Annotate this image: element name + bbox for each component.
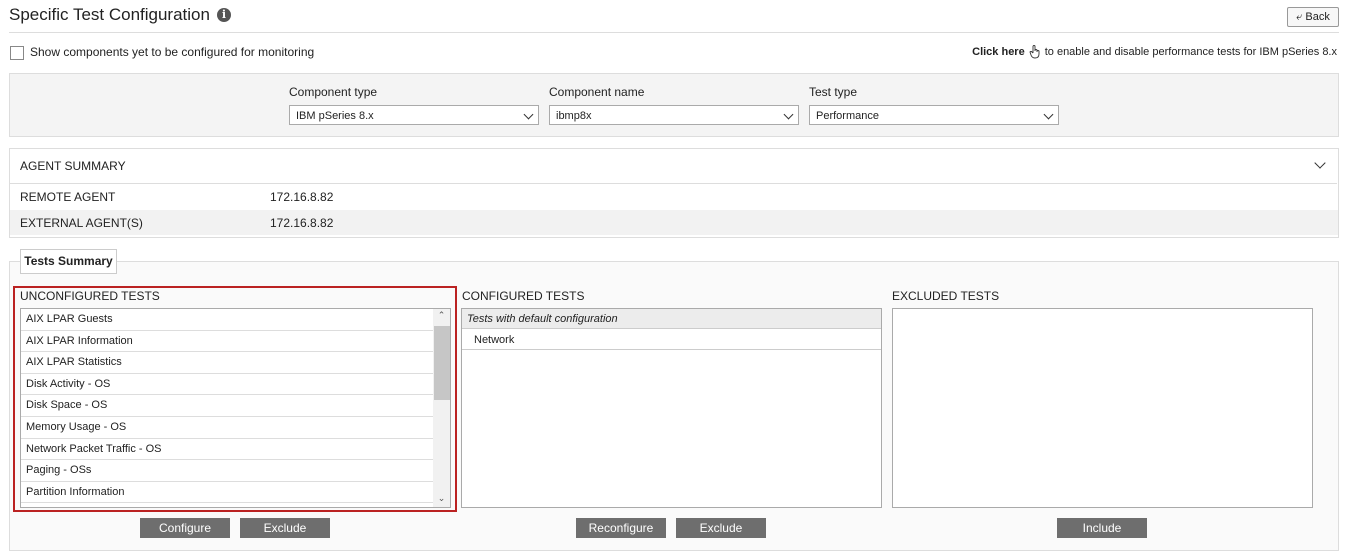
info-icon[interactable]: i (217, 8, 231, 22)
remote-agent-value: 172.16.8.82 (270, 190, 334, 204)
include-button[interactable]: Include (1057, 518, 1147, 538)
scrollbar-thumb[interactable] (434, 326, 450, 400)
list-item[interactable]: Network (462, 330, 881, 350)
chevron-down-icon[interactable]: ⌄ (433, 493, 450, 504)
back-button[interactable]: ⤶ Back (1287, 7, 1339, 27)
chevron-up-icon[interactable]: ⌃ (433, 310, 450, 321)
external-agent-value: 172.16.8.82 (270, 216, 334, 230)
configured-group-header: Tests with default configuration (462, 309, 881, 329)
component-type-select[interactable]: IBM pSeries 8.x (289, 105, 539, 125)
configured-tests-label: CONFIGURED TESTS (462, 289, 585, 303)
external-agent-row (10, 210, 1338, 235)
list-item[interactable]: Network Packet Traffic - OS (21, 439, 434, 461)
chevron-down-icon (1043, 109, 1054, 120)
excluded-tests-label: EXCLUDED TESTS (892, 289, 1000, 303)
reconfigure-button[interactable]: Reconfigure (576, 518, 666, 538)
list-item[interactable]: Partition Information (21, 482, 434, 504)
component-name-select[interactable]: ibmp8x (549, 105, 799, 125)
show-unconfigured-checkbox[interactable] (10, 46, 24, 60)
chevron-down-icon (523, 109, 534, 120)
component-name-label: Component name (549, 85, 645, 99)
divider (9, 32, 1339, 33)
list-item[interactable]: Paging - OSs (21, 460, 434, 482)
agent-summary-header[interactable] (9, 148, 1337, 184)
tab-tests-summary[interactable]: Tests Summary (20, 249, 117, 274)
component-name-value: ibmp8x (556, 110, 592, 122)
click-here-row: Click here to enable and disable perform… (972, 45, 1337, 59)
excluded-tests-list[interactable] (892, 308, 1313, 508)
show-unconfigured-label: Show components yet to be configured for… (30, 45, 315, 59)
test-type-value: Performance (816, 110, 879, 122)
unconfigured-tests-label: UNCONFIGURED TESTS (20, 289, 160, 303)
chevron-down-icon (783, 109, 794, 120)
list-item[interactable]: AIX LPAR Guests (21, 309, 434, 331)
unconfigured-tests-list[interactable]: AIX LPAR Guests AIX LPAR Information AIX… (20, 308, 451, 508)
click-here-suffix: to enable and disable performance tests … (1044, 46, 1337, 58)
hand-pointer-icon (1029, 45, 1040, 59)
external-agent-label: EXTERNAL AGENT(S) (20, 216, 143, 230)
list-item[interactable]: Disk Activity - OS (21, 374, 434, 396)
component-type-value: IBM pSeries 8.x (296, 110, 374, 122)
component-type-label: Component type (289, 85, 378, 99)
configure-button[interactable]: Configure (140, 518, 230, 538)
test-type-select[interactable]: Performance (809, 105, 1059, 125)
list-item[interactable]: AIX LPAR Statistics (21, 352, 434, 374)
click-here-link[interactable]: Click here (972, 46, 1025, 58)
back-label: Back (1305, 11, 1330, 23)
list-item[interactable]: Memory Usage - OS (21, 417, 434, 439)
agent-summary-title: AGENT SUMMARY (20, 159, 126, 173)
page-title: Specific Test Configuration (9, 5, 210, 24)
remote-agent-label: REMOTE AGENT (20, 190, 116, 204)
exclude-configured-button[interactable]: Exclude (676, 518, 766, 538)
back-arrow-icon: ⤶ (1296, 11, 1303, 23)
exclude-button[interactable]: Exclude (240, 518, 330, 538)
list-item[interactable]: Disk Space - OS (21, 395, 434, 417)
test-type-label: Test type (809, 85, 858, 99)
list-item[interactable]: AIX LPAR Information (21, 331, 434, 353)
